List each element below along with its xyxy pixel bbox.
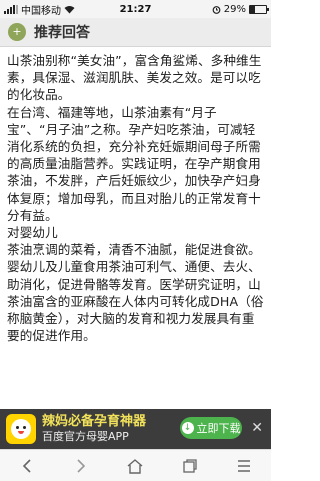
answer-text: 山茶油别称“美女油”，富含角鲨烯、多种维生素，具保湿、滋润肌肤、美发之效。是可以… (7, 52, 267, 344)
close-ad-icon[interactable]: ✕ (251, 420, 263, 436)
battery-icon (249, 4, 269, 14)
answer-paragraph: 对婴幼儿 (7, 225, 58, 241)
menu-button[interactable] (224, 452, 264, 480)
browser-toolbar (0, 449, 271, 481)
ad-title: 辣妈必备孕育神器 (42, 414, 147, 429)
app-ad-banner[interactable]: 辣妈必备孕育神器 百度官方母婴APP ↓ 立即下载 ✕ (0, 409, 271, 449)
tabs-icon (183, 458, 197, 473)
home-button[interactable] (115, 452, 155, 480)
answer-paragraph: 茶油烹调的菜肴，清香不油腻，能促进食欲。婴幼儿及儿童食用茶油可利气、通便、去火、… (7, 242, 264, 344)
ad-subtitle: 百度官方母婴APP (42, 430, 129, 443)
answer-paragraph: 在台湾、福建等地，山茶油素有“月子宝”、“月子油”之称。孕产妇吃茶油，可减轻消化… (7, 104, 261, 223)
answer-content[interactable]: 山茶油别称“美女油”，富含角鲨烯、多种维生素，具保湿、滋润肌肤、美发之效。是可以… (0, 47, 271, 409)
back-button[interactable] (7, 452, 47, 480)
forward-icon (77, 458, 86, 473)
home-icon (128, 458, 143, 474)
download-label: 立即下载 (196, 422, 241, 435)
app-logo-icon (6, 414, 36, 444)
answer-header: + 推荐回答 (0, 18, 271, 47)
answer-paragraph: 山茶油别称“美女油”，富含角鲨烯、多种维生素，具保湿、滋润肌肤、美发之效。是可以… (7, 53, 262, 103)
status-bar: 中国移动 21:27 29% (0, 0, 271, 18)
forward-button[interactable] (61, 452, 101, 480)
menu-icon (237, 459, 250, 472)
battery-percent: 29% (223, 3, 246, 15)
back-icon (22, 458, 31, 473)
tabs-button[interactable] (170, 452, 210, 480)
download-icon: ↓ (181, 422, 194, 434)
download-button[interactable]: ↓ 立即下载 (180, 417, 242, 439)
recommend-badge-icon: + (8, 23, 26, 41)
page-title: 推荐回答 (34, 25, 90, 41)
alarm-icon (212, 5, 221, 14)
